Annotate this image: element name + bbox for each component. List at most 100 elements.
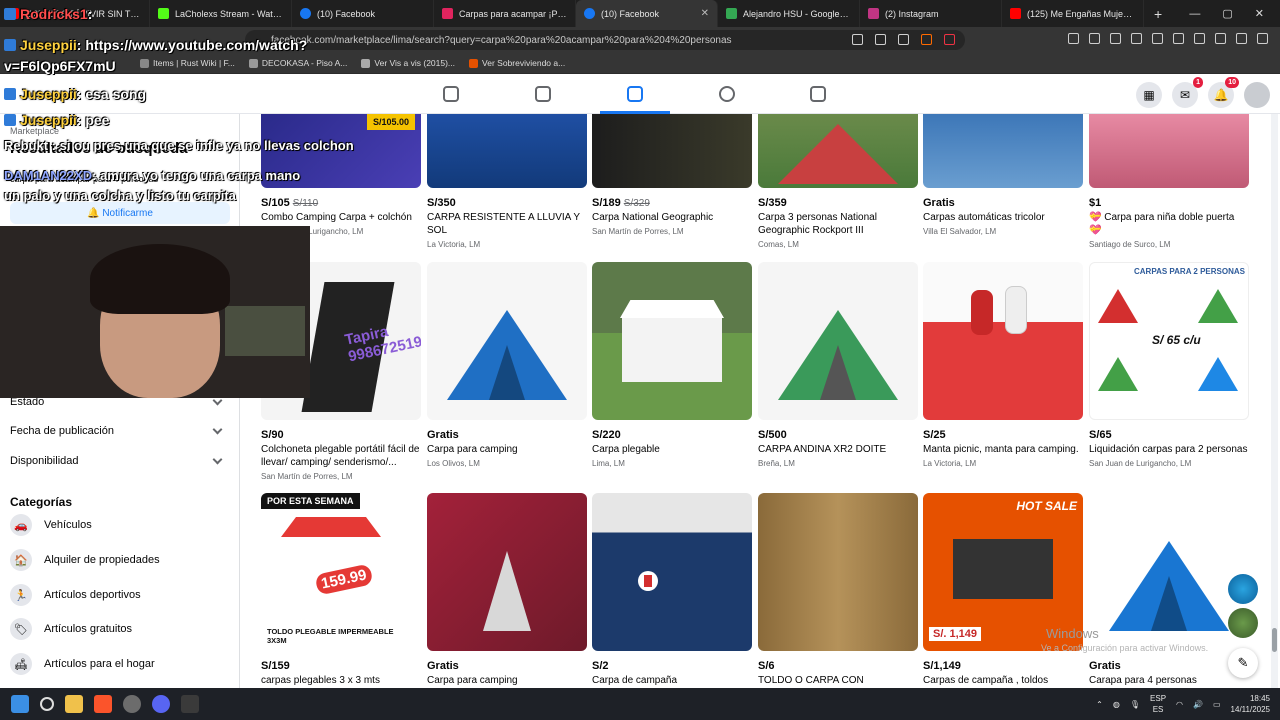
apps-menu-icon[interactable]: ▦ xyxy=(1136,82,1162,108)
tab-instagram[interactable]: (2) Instagram xyxy=(860,0,1002,27)
url-input[interactable]: facebook.com/marketplace/lima/search?que… xyxy=(245,30,965,50)
brave-rewards-icon[interactable] xyxy=(944,34,955,45)
listing-card[interactable]: Gratis Carpa para camping xyxy=(427,493,587,687)
filter-disponibilidad[interactable]: Disponibilidad xyxy=(10,451,225,471)
media-icon[interactable] xyxy=(1152,33,1163,44)
listing-card[interactable]: S/220 Carpa plegable Lima, LM xyxy=(592,262,752,468)
tab-carpas[interactable]: Carpas para acampar ¡Precio xyxy=(434,0,576,27)
minimize-icon[interactable]: — xyxy=(1189,8,1200,20)
close-tab-icon[interactable]: ✕ xyxy=(701,8,709,19)
listing-card[interactable]: S/6 TOLDO O CARPA CON LATERALES xyxy=(758,493,918,700)
bookmark-icon xyxy=(469,58,479,68)
download-icon[interactable] xyxy=(1131,33,1142,44)
maps-icon xyxy=(726,8,737,19)
install-icon[interactable] xyxy=(852,34,863,45)
clock[interactable]: 18:45 14/11/2025 xyxy=(1231,693,1270,715)
language-indicator[interactable]: ESP ES xyxy=(1150,693,1166,715)
share-icon[interactable] xyxy=(875,34,886,45)
chat-message: Rebukt : si ou pres una que se infle ya … xyxy=(4,138,354,153)
notifications-badge: 10 xyxy=(1225,77,1239,88)
tag-icon: 🏷 xyxy=(10,618,32,640)
page-scrollbar[interactable] xyxy=(1271,114,1278,688)
youtube-icon xyxy=(1010,8,1021,19)
stream-chat-overlay: Rodricks1: Juseppii: https://www.youtube… xyxy=(0,0,354,225)
sidebar-icon[interactable] xyxy=(1173,33,1184,44)
chevron-down-icon xyxy=(212,454,223,464)
vpn-icon[interactable] xyxy=(1236,33,1247,44)
bookmark-sobreviviendo[interactable]: Ver Sobreviviendo a... xyxy=(469,58,565,68)
listing-card[interactable]: S/2 Carpa de campaña xyxy=(592,493,752,687)
new-tab-button[interactable]: + xyxy=(1144,0,1172,27)
tab-facebook-active[interactable]: (10) Facebook ✕ xyxy=(576,0,718,27)
listing-card[interactable]: S/25 Manta picnic, manta para camping. L… xyxy=(923,262,1083,468)
listing-image xyxy=(758,262,918,420)
listing-card[interactable]: S/350 CARPA RESISTENTE A LLUVIA Y SOL La… xyxy=(427,114,587,249)
category-deportivos[interactable]: 🏃 Artículos deportivos xyxy=(10,581,230,609)
listing-image xyxy=(923,114,1083,188)
tab-youtube-2[interactable]: (125) Me Engañas Mujer - You xyxy=(1002,0,1144,27)
gaming-icon[interactable] xyxy=(810,86,826,102)
tab-facebook-1[interactable]: (10) Facebook xyxy=(292,0,434,27)
listing-card[interactable]: HOT SALE S/. 1,149 S/1,149 Carpas de cam… xyxy=(923,493,1083,687)
windows-start-icon[interactable] xyxy=(11,695,29,713)
category-alquiler[interactable]: 🏠 Alquiler de propiedades xyxy=(10,546,230,574)
wifi-icon[interactable]: ◠ xyxy=(1176,700,1183,709)
messenger-icon[interactable]: ✉ 1 xyxy=(1172,77,1203,108)
app-icon[interactable] xyxy=(123,695,141,713)
listing-image xyxy=(592,493,752,651)
chat-message: v=F6lQp6FX7mU xyxy=(4,58,116,74)
search-icon[interactable] xyxy=(40,697,54,711)
extension-icon[interactable] xyxy=(1110,33,1121,44)
notifications-icon[interactable]: 🔔 10 xyxy=(1208,77,1239,108)
tab-maps[interactable]: Alejandro HSU - Google Maps xyxy=(718,0,860,27)
volume-icon[interactable]: 🔊 xyxy=(1193,700,1203,709)
listing-card[interactable]: Gratis Carpas automáticas tricolor Villa… xyxy=(923,114,1083,236)
groups-icon[interactable] xyxy=(719,86,735,102)
listing-card[interactable]: S/189 S/329 Carpa National Geographic San… xyxy=(592,114,752,236)
network-icon[interactable]: ◍ xyxy=(1113,700,1120,709)
home-icon[interactable] xyxy=(443,86,459,102)
listing-card[interactable]: CARPAS PARA 2 PERSONAS S/ 65 c/u S/65 Li… xyxy=(1089,262,1249,468)
extension-icon[interactable] xyxy=(1068,33,1079,44)
listing-image xyxy=(758,114,918,188)
battery-icon[interactable]: ▭ xyxy=(1213,700,1221,709)
listing-card[interactable]: S/359 Carpa 3 personas National Geograph… xyxy=(758,114,918,249)
obs-icon[interactable] xyxy=(181,695,199,713)
scrollbar-thumb[interactable] xyxy=(1272,628,1277,652)
listing-card[interactable]: POR ESTA SEMANA 159.99 TOLDO PLEGABLE IM… xyxy=(261,493,421,687)
floating-chat-avatar[interactable] xyxy=(1228,608,1258,638)
category-gratuitos[interactable]: 🏷 Artículos gratuitos xyxy=(10,615,230,643)
wallet-icon[interactable] xyxy=(1194,33,1205,44)
listing-card[interactable]: S/500 CARPA ANDINA XR2 DOITE Breña, LM xyxy=(758,262,918,468)
chevron-up-icon[interactable]: ⌃ xyxy=(1096,700,1103,709)
close-window-icon[interactable]: ✕ xyxy=(1255,7,1264,20)
chat-badge-icon xyxy=(4,114,16,126)
windows-taskbar: ⌃ ◍ 🎙 ESP ES ◠ 🔊 ▭ 18:45 14/11/2025 xyxy=(0,688,1280,720)
category-vehiculos[interactable]: 🚗 Vehículos xyxy=(10,511,230,539)
maximize-icon[interactable]: ▢ xyxy=(1222,7,1232,20)
brave-shield-icon[interactable] xyxy=(921,34,932,45)
discord-icon[interactable] xyxy=(152,695,170,713)
category-hogar[interactable]: 🛋 Artículos para el hogar xyxy=(10,650,230,678)
compose-message-icon[interactable]: ✎ xyxy=(1228,648,1258,678)
video-icon[interactable] xyxy=(535,86,551,102)
floating-chat-avatar[interactable] xyxy=(1228,574,1258,604)
listing-card[interactable]: Gratis Carpa para camping Los Olivos, LM xyxy=(427,262,587,468)
file-explorer-icon[interactable] xyxy=(65,695,83,713)
leo-icon[interactable] xyxy=(1215,33,1226,44)
windows-activation-subtitle: Ve a Configuración para activar Windows. xyxy=(1041,643,1209,653)
filter-fecha[interactable]: Fecha de publicación xyxy=(10,421,225,441)
menu-icon[interactable] xyxy=(1257,33,1268,44)
window-controls: — ▢ ✕ xyxy=(1189,0,1280,27)
extension-icon[interactable] xyxy=(1089,33,1100,44)
bookmark-vis-a-vis[interactable]: Ver Vis a vis (2015)... xyxy=(361,58,455,68)
chat-badge-icon xyxy=(4,88,16,100)
mic-icon[interactable]: 🎙 xyxy=(1130,700,1140,709)
marketplace-icon[interactable] xyxy=(627,86,643,102)
listing-card[interactable]: Gratis Carapa para 4 personas xyxy=(1089,493,1249,687)
listing-card[interactable]: $1 💝 Carpa para niña doble puerta 💝 Sant… xyxy=(1089,114,1249,249)
brave-browser-icon[interactable] xyxy=(94,695,112,713)
avatar[interactable] xyxy=(1244,82,1270,108)
bookmark-star-icon[interactable] xyxy=(898,34,909,45)
chat-badge-icon xyxy=(4,8,16,20)
